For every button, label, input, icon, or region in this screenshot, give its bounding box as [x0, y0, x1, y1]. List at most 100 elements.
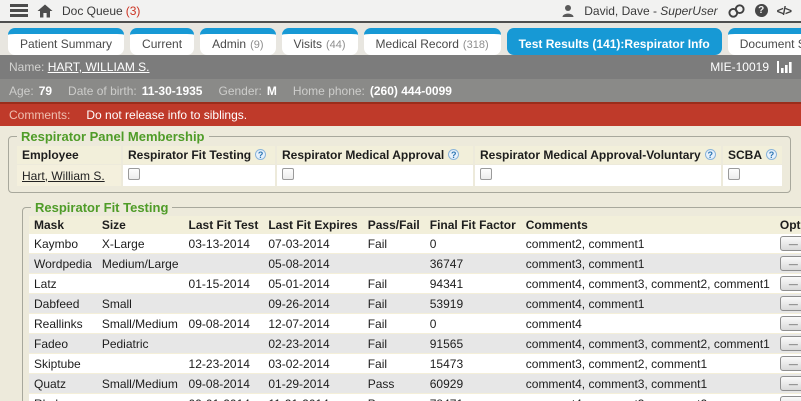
cell-last-fit-expires: 11-21-2014 [263, 394, 362, 401]
cell-mask: Reallinks [29, 314, 97, 334]
cell-mask: Latz [29, 274, 97, 294]
tab-visits[interactable]: Visits(44) [282, 28, 358, 55]
cell-mask: Dabfeed [29, 294, 97, 314]
tab-label: Admin [212, 37, 246, 51]
cell-last-fit-expires: 12-07-2014 [263, 314, 362, 334]
cell-last-fit-test [184, 254, 264, 274]
row-options-button[interactable]: — [780, 236, 801, 251]
cell-last-fit-test: 01-15-2014 [184, 274, 264, 294]
respirator-medical-approval-voluntary-checkbox[interactable] [480, 168, 492, 180]
panel-membership-header-row: EmployeeRespirator Fit Testing?Respirato… [17, 146, 782, 164]
row-options-button[interactable]: — [780, 296, 801, 311]
question-help-icon[interactable]: ? [255, 149, 266, 160]
patient-name-group: Name: HART, WILLIAM S. [9, 60, 150, 74]
tab-label: Test Results (141):Respirator Info [519, 37, 710, 51]
patient-name-link[interactable]: HART, WILLIAM S. [48, 60, 150, 74]
name-label: Name: [9, 60, 44, 74]
cell-last-fit-expires: 02-23-2014 [263, 334, 362, 354]
scba-checkbox[interactable] [728, 168, 740, 180]
doc-queue-link[interactable]: Doc Queue(3) [62, 4, 140, 18]
row-options-button[interactable]: — [780, 396, 801, 401]
cell-last-fit-expires: 07-03-2014 [263, 234, 362, 254]
cell-last-fit-expires: 03-02-2014 [263, 354, 362, 374]
cell-pass-fail: Fail [363, 234, 425, 254]
col-size: Size [97, 216, 184, 234]
cell-final-fit-factor: 0 [425, 314, 521, 334]
patient-name-bar: Name: HART, WILLIAM S. MIE-10019 [0, 55, 801, 79]
tab-document-summary[interactable]: Document Summary(327) [728, 28, 801, 55]
cell-size: Pediatric [97, 334, 184, 354]
col-respirator-medical-approval: Respirator Medical Approval? [277, 146, 473, 164]
row-options-button[interactable]: — [780, 336, 801, 351]
tab-label: Patient Summary [20, 37, 112, 51]
table-row: Hart, William S. [17, 165, 782, 186]
cell-final-fit-factor: 15473 [425, 354, 521, 374]
respirator-fit-testing-checkbox[interactable] [128, 168, 140, 180]
cell-options: — [775, 254, 801, 274]
help-icon[interactable]: ? [755, 4, 768, 17]
cell-last-fit-expires: 05-01-2014 [263, 274, 362, 294]
table-row: Rhyloo09-01-201411-21-2014Pass78471comme… [29, 394, 801, 401]
tab-current[interactable]: Current [130, 28, 194, 55]
cell-pass-fail: Pass [363, 394, 425, 401]
checkbox-cell [475, 165, 721, 186]
cell-comments: comment4, comment3, comment1 [521, 374, 775, 394]
question-help-icon[interactable]: ? [766, 149, 777, 160]
demo-date-of-birth: Date of birth:11-30-1935 [68, 84, 202, 98]
question-help-icon[interactable]: ? [705, 149, 716, 160]
fit-testing-header-row: MaskSizeLast Fit TestLast Fit ExpiresPas… [29, 216, 801, 234]
cell-final-fit-factor: 53919 [425, 294, 521, 314]
tab-label: Document Summary [740, 37, 801, 51]
col-scba: SCBA? [723, 146, 782, 164]
cell-last-fit-expires: 09-26-2014 [263, 294, 362, 314]
row-options-button[interactable]: — [780, 256, 801, 271]
demo-label: Home phone: [293, 84, 365, 98]
cell-pass-fail: Pass [363, 374, 425, 394]
chart-icon[interactable] [777, 61, 792, 73]
column-label: Respirator Medical Approval [282, 148, 444, 162]
cell-options: — [775, 314, 801, 334]
tab-test-results-141-respirator-info[interactable]: Test Results (141):Respirator Info [507, 28, 722, 55]
tab-label: Current [142, 37, 182, 51]
tab-label: Medical Record [376, 37, 459, 51]
app-root: Doc Queue(3) David, Dave - SuperUser ? <… [0, 0, 801, 401]
cell-comments: comment3, comment2, comment1 [521, 354, 775, 374]
home-icon[interactable] [37, 4, 53, 18]
demo-home-phone: Home phone:(260) 444-0099 [293, 84, 452, 98]
cell-options: — [775, 354, 801, 374]
tab-medical-record[interactable]: Medical Record(318) [364, 28, 501, 55]
employee-link[interactable]: Hart, William S. [22, 169, 105, 183]
column-label: Respirator Fit Testing [128, 148, 251, 162]
cell-mask: Rhyloo [29, 394, 97, 401]
row-options-button[interactable]: — [780, 316, 801, 331]
link-icon[interactable] [727, 4, 746, 18]
menu-icon[interactable] [10, 4, 28, 17]
user-name[interactable]: David, Dave - SuperUser [584, 4, 717, 18]
cell-options: — [775, 334, 801, 354]
topbar: Doc Queue(3) David, Dave - SuperUser ? <… [0, 0, 801, 23]
cell-mask: Skiptube [29, 354, 97, 374]
row-options-button[interactable]: — [780, 376, 801, 391]
comments-label: Comments: [9, 108, 70, 122]
cell-pass-fail: Fail [363, 354, 425, 374]
cell-comments: comment3, comment1 [521, 254, 775, 274]
cell-comments: comment4 [521, 314, 775, 334]
col-last-fit-test: Last Fit Test [184, 216, 264, 234]
checkbox-cell [277, 165, 473, 186]
respirator-medical-approval-checkbox[interactable] [282, 168, 294, 180]
cell-size [97, 274, 184, 294]
cell-pass-fail [363, 254, 425, 274]
question-help-icon[interactable]: ? [448, 149, 459, 160]
cell-size: Small/Medium [97, 314, 184, 334]
row-options-button[interactable]: — [780, 276, 801, 291]
checkbox-cell [123, 165, 275, 186]
doc-queue-count: (3) [126, 4, 141, 18]
code-icon[interactable]: </> [777, 4, 791, 18]
topbar-right: David, Dave - SuperUser ? </> [561, 4, 791, 18]
row-options-button[interactable]: — [780, 356, 801, 371]
tab-admin[interactable]: Admin(9) [200, 28, 275, 55]
cell-size: X-Large [97, 234, 184, 254]
tab-patient-summary[interactable]: Patient Summary [8, 28, 124, 55]
demo-value: M [267, 84, 277, 98]
panel-membership-section: Respirator Panel Membership EmployeeResp… [8, 129, 791, 193]
